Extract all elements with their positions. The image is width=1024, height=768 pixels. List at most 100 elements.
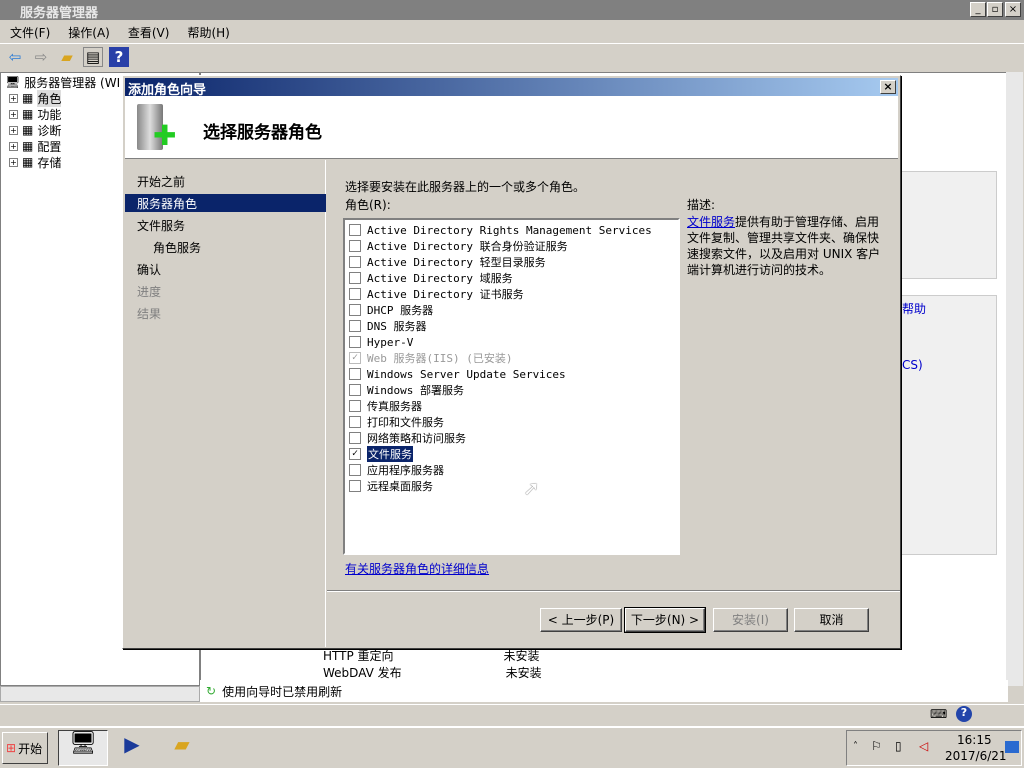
tree-item-roles[interactable]: + ▦ 角色 [9,89,62,107]
role-item[interactable]: Windows Server Update Services [349,366,566,382]
role-item[interactable]: Active Directory Rights Management Servi… [349,222,652,238]
role-checkbox[interactable] [349,480,361,492]
role-item[interactable]: 远程桌面服务 [349,478,433,494]
role-checkbox[interactable] [349,224,361,236]
role-checkbox: ✓ [349,352,361,364]
description-link[interactable]: 文件服务 [687,215,735,229]
role-item[interactable]: Active Directory 联合身份验证服务 [349,238,568,254]
configuration-icon: ▦ [22,139,34,153]
expand-icon[interactable]: + [9,125,18,135]
close-button[interactable]: × [1005,2,1021,17]
more-info-link[interactable]: 有关服务器角色的详细信息 [345,560,489,577]
role-item[interactable]: DHCP 服务器 [349,302,433,318]
vertical-scrollbar[interactable] [1006,72,1023,686]
role-item[interactable]: Active Directory 证书服务 [349,286,524,302]
role-checkbox[interactable] [349,416,361,428]
flag-icon[interactable]: ⚐ [871,739,882,753]
next-button[interactable]: 下一步(N) > [624,607,706,633]
nav-confirmation[interactable]: 确认 [125,260,326,278]
role-checkbox[interactable] [349,240,361,252]
role-label: 网络策略和访问服务 [367,432,466,445]
role-checkbox[interactable] [349,272,361,284]
horizontal-scrollbar[interactable] [0,686,200,702]
restore-button[interactable]: ▫ [987,2,1003,17]
cancel-button[interactable]: 取消 [794,608,869,632]
role-checkbox[interactable] [349,336,361,348]
role-label: DHCP 服务器 [367,304,434,317]
role-label: Active Directory Rights Management Servi… [367,223,652,237]
volume-muted-icon[interactable]: ◁ [919,739,928,753]
roles-list[interactable]: Active Directory Rights Management Servi… [343,218,680,555]
refresh-icon: ↻ [206,684,217,698]
tree-item-label: 存储 [37,155,62,170]
role-item[interactable]: ✓ 文件服务 [349,446,413,462]
tree-item-features[interactable]: + ▦ 功能 [9,106,61,122]
role-label: 应用程序服务器 [367,464,444,477]
role-checkbox[interactable]: ✓ [349,448,361,460]
menu-action[interactable]: 操作(A) [68,24,110,40]
nav-file-services[interactable]: 文件服务 [125,216,326,234]
role-checkbox[interactable] [349,368,361,380]
nav-server-roles[interactable]: 服务器角色 [125,194,326,212]
expand-icon[interactable]: + [9,157,18,167]
nav-role-services[interactable]: 角色服务 [125,238,326,256]
help-link[interactable]: 帮助 [902,300,926,317]
tree-item-storage[interactable]: + ▦ 存储 [9,154,61,170]
help-icon[interactable]: ? [109,46,129,67]
tree-item-diagnostics[interactable]: + ▦ 诊断 [9,122,61,138]
network-icon[interactable]: ▯ [895,739,902,753]
role-checkbox[interactable] [349,288,361,300]
tray-expand-icon[interactable]: ˄ [853,741,858,752]
role-item[interactable]: Hyper-V [349,334,413,350]
role-item[interactable]: Windows 部署服务 [349,382,464,398]
role-label: Active Directory 域服务 [367,272,513,285]
description-text: 文件服务提供有助于管理存储、启用文件复制、管理共享文件夹、确保快速搜索文件，以及… [687,214,883,278]
explorer-icon[interactable]: ▰ [162,732,202,764]
role-item[interactable]: Active Directory 域服务 [349,270,513,286]
role-checkbox[interactable] [349,320,361,332]
clock-time[interactable]: 16:15 [957,733,992,747]
clock-date[interactable]: 2017/6/21 [945,749,1007,763]
window-titlebar: 服务器管理器 [0,0,1024,21]
expand-icon[interactable]: + [9,93,18,103]
keyboard-icon[interactable]: ⌨ [930,707,947,721]
role-item[interactable]: DNS 服务器 [349,318,427,334]
minimize-button[interactable]: _ [970,2,986,17]
back-arrow-icon[interactable]: ⇦ [5,47,25,67]
role-item[interactable]: 网络策略和访问服务 [349,430,466,446]
start-button[interactable]: ⊞ 开始 [2,732,48,764]
nav-before-you-begin[interactable]: 开始之前 [125,172,326,190]
role-checkbox[interactable] [349,464,361,476]
role-item[interactable]: 打印和文件服务 [349,414,444,430]
role-item[interactable]: Active Directory 轻型目录服务 [349,254,546,270]
menu-file[interactable]: 文件(F) [10,24,50,40]
tree-item-configuration[interactable]: + ▦ 配置 [9,138,61,154]
role-label: 传真服务器 [367,400,422,413]
description-label: 描述: [687,198,716,212]
menu-view[interactable]: 查看(V) [128,24,170,40]
up-folder-icon[interactable]: ▰ [57,47,77,67]
role-checkbox[interactable] [349,432,361,444]
page-heading: 选择服务器角色 [203,123,322,143]
expand-icon[interactable]: + [9,109,18,119]
dialog-close-button[interactable]: × [880,80,896,94]
menu-help[interactable]: 帮助(H) [187,24,229,40]
link-fragment[interactable]: CS) [902,358,923,372]
role-item[interactable]: 应用程序服务器 [349,462,444,478]
role-checkbox[interactable] [349,400,361,412]
expand-icon[interactable]: + [9,141,18,151]
role-checkbox[interactable] [349,256,361,268]
show-desktop-icon[interactable] [1005,741,1019,753]
role-checkbox[interactable] [349,304,361,316]
role-checkbox[interactable] [349,384,361,396]
powershell-icon[interactable]: ▶ [112,732,152,764]
row-state: 未安装 [505,666,542,680]
tree-root[interactable]: 🖥 服务器管理器 (WI [5,74,120,90]
back-button[interactable]: < 上一步(P) [540,608,622,632]
server-manager-taskbar-button[interactable]: 🖥 [58,730,108,766]
role-label: Active Directory 证书服务 [367,288,524,301]
help-icon[interactable]: ? [956,706,972,722]
role-item[interactable]: 传真服务器 [349,398,422,414]
forward-arrow-icon[interactable]: ⇨ [31,47,51,67]
show-hide-pane-icon[interactable]: ▤ [83,46,103,67]
